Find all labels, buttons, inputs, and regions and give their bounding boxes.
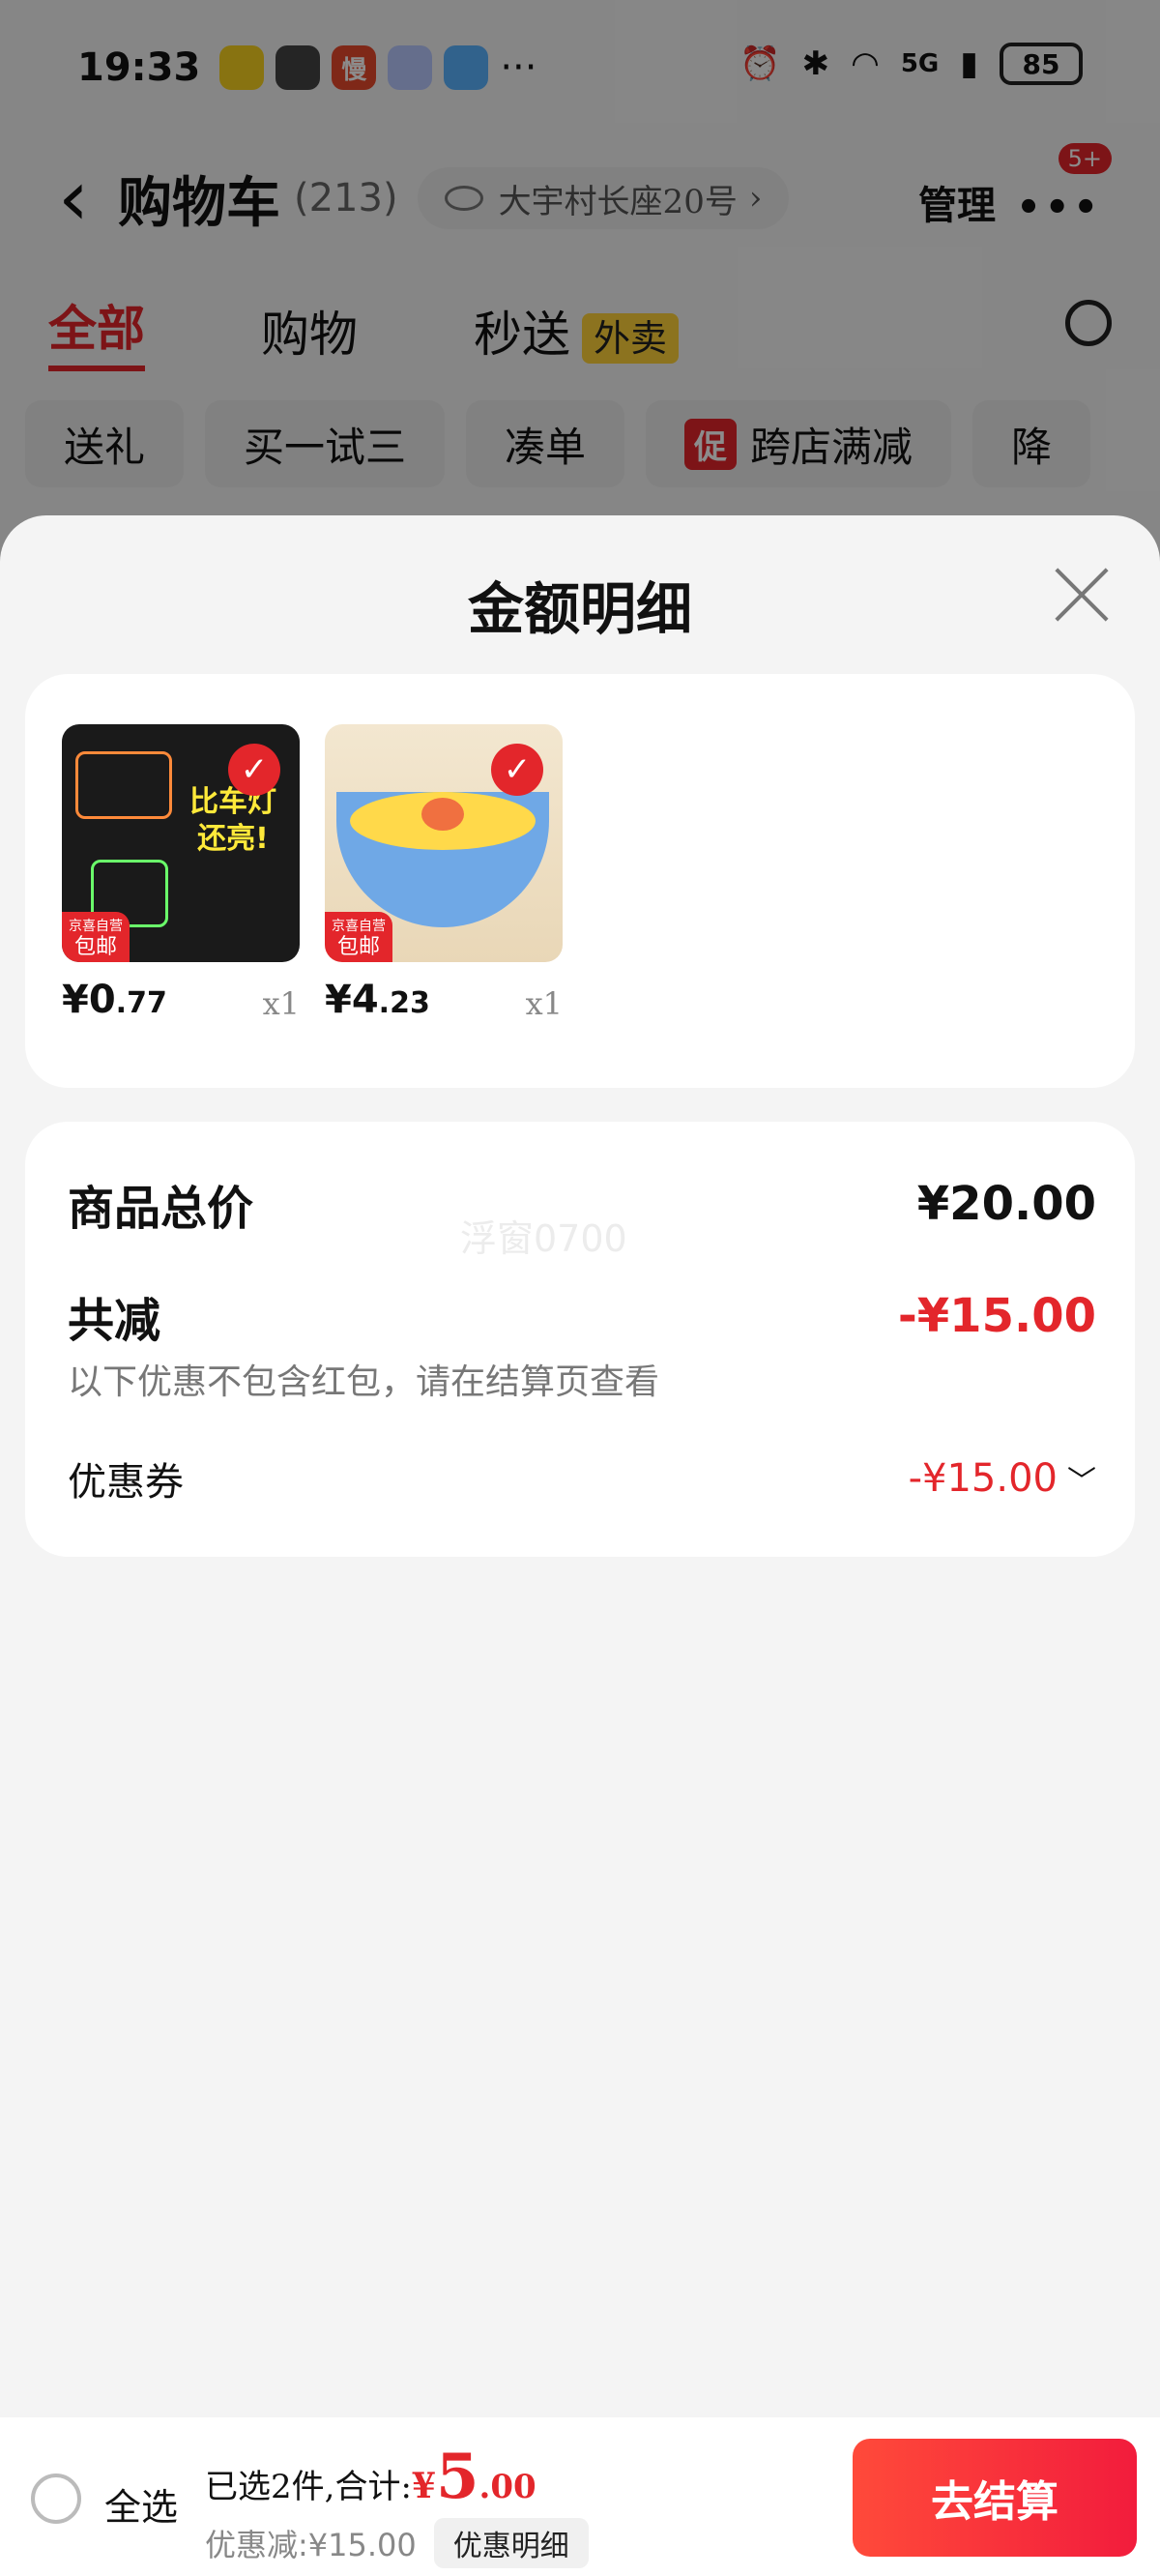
jd-badge-top: 京喜自营 [69, 919, 123, 934]
total-dec: .00 [478, 2468, 536, 2506]
shrimp-graphic [421, 798, 464, 831]
product-item[interactable]: ✓ 京喜自营 包邮 ¥4.23 x1 [325, 724, 563, 1022]
discount-text: 优惠减:¥15.00 [205, 2527, 417, 2563]
coupon-row[interactable]: 优惠券 -¥15.00 ﹀ [68, 1450, 1096, 1507]
total-price-value: ¥20.00 [916, 1177, 1096, 1231]
sheet-title: 金额明细 [467, 576, 692, 642]
jd-badge-top: 京喜自营 [332, 919, 386, 934]
select-all-radio[interactable] [31, 2474, 81, 2524]
close-icon[interactable] [1050, 564, 1112, 626]
selected-products-card: 比车灯还亮! ✓ 京喜自营 包邮 ¥0.77 x1 ✓ 京喜自营 包邮 ¥4.23 … [25, 674, 1135, 1088]
reduction-row: 共减 -¥15.00 [68, 1282, 1096, 1350]
chevron-down-icon: ﹀ [1067, 1465, 1096, 1499]
checkout-bar: 全选 已选2件,合计: ¥ 5 .00 优惠减:¥15.00 优惠明细 去结算 [0, 2417, 1160, 2576]
product-qty: x1 [525, 985, 563, 1022]
checkout-button[interactable]: 去结算 [853, 2439, 1137, 2557]
product-qty: x1 [262, 985, 300, 1022]
jd-badge-bottom: 包邮 [73, 935, 117, 959]
price-summary-card: 浮窗0700 商品总价 ¥20.00 共减 -¥15.00 以下优惠不包含红包，… [25, 1122, 1135, 1557]
amount-detail-sheet: 金额明细 比车灯还亮! ✓ 京喜自营包邮 ¥0.77 x1 ✓ 京喜自营包邮 [0, 515, 1160, 2576]
total-int: 5 [435, 2441, 479, 2513]
product-item[interactable]: 比车灯还亮! ✓ 京喜自营 包邮 ¥0.77 x1 [62, 724, 300, 1022]
jd-badge: 京喜自营 包邮 [325, 912, 392, 962]
price-dec: .23 [378, 986, 430, 1020]
total-price-row: 商品总价 ¥20.00 [68, 1170, 1096, 1238]
reduction-label: 共减 [68, 1294, 161, 1348]
jd-badge-bottom: 包邮 [336, 935, 380, 959]
selected-text: 已选2件,合计: [205, 2468, 412, 2506]
reduction-value: -¥15.00 [897, 1289, 1096, 1343]
coupon-value: -¥15.00 [908, 1456, 1058, 1501]
coupon-label: 优惠券 [68, 1460, 184, 1505]
price-int: ¥0 [62, 978, 116, 1022]
total-price-label: 商品总价 [68, 1182, 254, 1236]
product-price: ¥4.23 [325, 978, 430, 1022]
product-price: ¥0.77 [62, 978, 167, 1022]
price-dec: .77 [115, 986, 167, 1020]
discount-detail-button[interactable]: 优惠明细 [433, 2518, 589, 2568]
jd-badge: 京喜自营 包邮 [62, 912, 130, 962]
total-currency: ¥ [411, 2466, 436, 2506]
checked-icon: ✓ [228, 744, 280, 796]
coupon-value-group: -¥15.00 ﹀ [909, 1456, 1096, 1501]
sticker-graphic [75, 751, 172, 819]
price-int: ¥4 [325, 978, 379, 1022]
thumb-slogan: 比车灯还亮! [189, 785, 276, 856]
discount-row: 优惠减:¥15.00 优惠明细 [205, 2518, 589, 2568]
product-thumbnail: ✓ 京喜自营 包邮 [325, 724, 563, 962]
select-all-label[interactable]: 全选 [104, 2477, 178, 2531]
selection-summary: 已选2件,合计: ¥ 5 .00 [205, 2446, 536, 2508]
checked-icon: ✓ [491, 744, 543, 796]
modal-overlay[interactable] [0, 0, 1160, 580]
reduction-note: 以下优惠不包含红包，请在结算页查看 [68, 1362, 660, 1402]
product-thumbnail: 比车灯还亮! ✓ 京喜自营 包邮 [62, 724, 300, 962]
